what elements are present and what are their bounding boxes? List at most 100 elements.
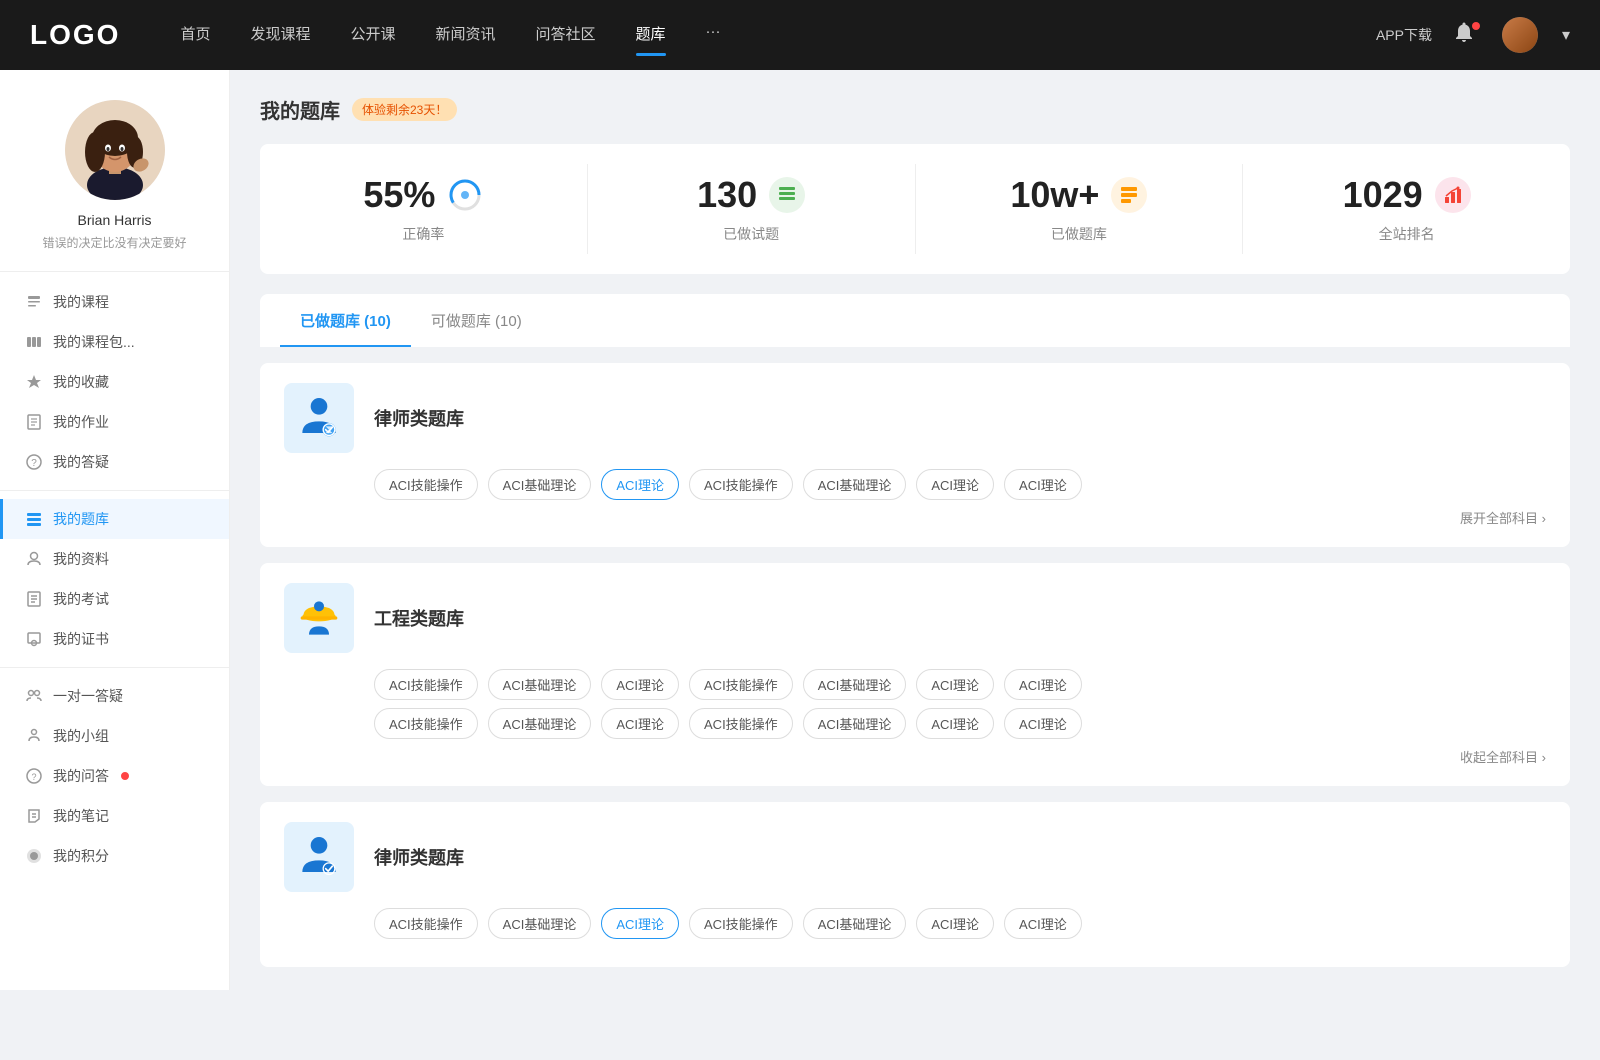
notification-bell[interactable] [1452, 20, 1482, 50]
tag[interactable]: ACI技能操作 [374, 669, 478, 700]
tag[interactable]: ACI技能操作 [374, 908, 478, 939]
tag[interactable]: ACI理论 [916, 469, 994, 500]
user-avatar-large [65, 100, 165, 200]
tab-available-banks[interactable]: 可做题库 (10) [411, 294, 542, 347]
stat-ranking-row: 1029 [1343, 174, 1471, 216]
tag[interactable]: ACI基础理论 [488, 669, 592, 700]
tag[interactable]: ACI理论 [601, 669, 679, 700]
group-icon [25, 727, 43, 745]
qbank-2-tags-row1: ACI技能操作 ACI基础理论 ACI理论 ACI技能操作 ACI基础理论 AC… [374, 669, 1546, 700]
cert-icon [25, 630, 43, 648]
tag[interactable]: ACI理论 [1004, 908, 1082, 939]
sidebar-qbank-label: 我的题库 [53, 509, 109, 529]
sidebar-item-cert[interactable]: 我的证书 [0, 619, 229, 659]
sidebar-item-group[interactable]: 我的小组 [0, 716, 229, 756]
page-title-row: 我的题库 体验剩余23天！ [260, 95, 1570, 124]
sidebar-item-notes[interactable]: 我的笔记 [0, 796, 229, 836]
tag[interactable]: ACI技能操作 [689, 669, 793, 700]
nav-home[interactable]: 首页 [180, 23, 210, 48]
sidebar-item-qbank[interactable]: 我的题库 [0, 499, 229, 539]
qbank-2-tags-row2: ACI技能操作 ACI基础理论 ACI理论 ACI技能操作 ACI基础理论 AC… [374, 708, 1546, 739]
tag[interactable]: ACI理论 [916, 669, 994, 700]
nav-links: 首页 发现课程 公开课 新闻资讯 问答社区 题库 ··· [180, 23, 1376, 48]
profile-icon [25, 550, 43, 568]
tag[interactable]: ACI基础理论 [803, 908, 907, 939]
nav-qbank[interactable]: 题库 [636, 23, 666, 48]
user-motto: 错误的决定比没有决定要好 [42, 234, 186, 251]
qbank-card-3: 律师类题库 ACI技能操作 ACI基础理论 ACI理论 ACI技能操作 ACI基… [260, 802, 1570, 967]
sidebar-item-qa[interactable]: ? 我的答疑 [0, 442, 229, 482]
tag[interactable]: ACI技能操作 [689, 469, 793, 500]
qa-icon: ? [25, 453, 43, 471]
tag[interactable]: ACI基础理论 [803, 469, 907, 500]
qbank-2-collapse[interactable]: 收起全部科目 › [284, 747, 1546, 766]
notification-dot [1472, 22, 1480, 30]
tag[interactable]: ACI基础理论 [803, 708, 907, 739]
tag[interactable]: ACI理论 [916, 908, 994, 939]
sidebar-item-1on1[interactable]: 一对一答疑 [0, 676, 229, 716]
stat-done-banks: 10w+ 已做题库 [916, 164, 1244, 254]
qbank-3-icon [284, 822, 354, 892]
qbank-2-icon [284, 583, 354, 653]
app-download-button[interactable]: APP下载 [1376, 25, 1432, 45]
nav-qa[interactable]: 问答社区 [536, 23, 596, 48]
logo: LOGO [30, 19, 120, 51]
tag-active[interactable]: ACI理论 [601, 908, 679, 939]
course-pack-icon [25, 333, 43, 351]
tag[interactable]: ACI理论 [1004, 669, 1082, 700]
tag[interactable]: ACI技能操作 [374, 708, 478, 739]
user-avatar[interactable] [1502, 17, 1538, 53]
qbank-1-expand[interactable]: 展开全部科目 › [284, 508, 1546, 527]
tabs-row: 已做题库 (10) 可做题库 (10) [260, 294, 1570, 347]
stat-done-banks-row: 10w+ [1010, 174, 1147, 216]
user-name: Brian Harris [78, 212, 152, 228]
favorites-icon [25, 373, 43, 391]
sidebar-item-profile[interactable]: 我的资料 [0, 539, 229, 579]
main-content: 我的题库 体验剩余23天！ 55% 正确 [230, 70, 1600, 990]
sidebar-item-exam[interactable]: 我的考试 [0, 579, 229, 619]
user-menu-chevron[interactable]: ▾ [1562, 25, 1570, 45]
sidebar-item-courses[interactable]: 我的课程 [0, 282, 229, 322]
qbank-1-tags: ACI技能操作 ACI基础理论 ACI理论 ACI技能操作 ACI基础理论 AC… [374, 469, 1546, 500]
nav-more[interactable]: ··· [706, 23, 721, 48]
stat-done-questions-row: 130 [697, 174, 805, 216]
nav-opencourse[interactable]: 公开课 [350, 23, 395, 48]
qbank-1-icon [284, 383, 354, 453]
sidebar-cert-label: 我的证书 [53, 629, 109, 649]
tag[interactable]: ACI理论 [1004, 469, 1082, 500]
tag[interactable]: ACI理论 [601, 708, 679, 739]
nav-discover[interactable]: 发现课程 [250, 23, 310, 48]
top-navigation: LOGO 首页 发现课程 公开课 新闻资讯 问答社区 题库 ··· APP下载 … [0, 0, 1600, 70]
questions-icon: ? [25, 767, 43, 785]
done-questions-icon [769, 177, 805, 213]
ranking-icon [1435, 177, 1471, 213]
stat-ranking: 1029 全站排名 [1243, 164, 1570, 254]
nav-news[interactable]: 新闻资讯 [436, 23, 496, 48]
sidebar-item-favorites[interactable]: 我的收藏 [0, 362, 229, 402]
tag[interactable]: ACI基础理论 [803, 669, 907, 700]
sidebar-group-label: 我的小组 [53, 726, 109, 746]
sidebar-courses-label: 我的课程 [53, 292, 109, 312]
exam-icon [25, 590, 43, 608]
sidebar-profile-label: 我的资料 [53, 549, 109, 569]
sidebar-homework-label: 我的作业 [53, 412, 109, 432]
tag[interactable]: ACI技能操作 [689, 708, 793, 739]
tab-done-banks[interactable]: 已做题库 (10) [280, 294, 411, 347]
tag[interactable]: ACI基础理论 [488, 469, 592, 500]
tag[interactable]: ACI基础理论 [488, 908, 592, 939]
tag[interactable]: ACI技能操作 [374, 469, 478, 500]
sidebar-item-homework[interactable]: 我的作业 [0, 402, 229, 442]
tag[interactable]: ACI理论 [1004, 708, 1082, 739]
tag[interactable]: ACI基础理论 [488, 708, 592, 739]
svg-text:?: ? [31, 772, 36, 782]
sidebar-item-course-pack[interactable]: 我的课程包... [0, 322, 229, 362]
stat-accuracy-row: 55% [363, 174, 483, 216]
courses-icon [25, 293, 43, 311]
sidebar-item-points[interactable]: 我的积分 [0, 836, 229, 876]
tag[interactable]: ACI理论 [916, 708, 994, 739]
sidebar-1on1-label: 一对一答疑 [53, 686, 123, 706]
sidebar-item-questions[interactable]: ? 我的问答 [0, 756, 229, 796]
qbank-3-tags: ACI技能操作 ACI基础理论 ACI理论 ACI技能操作 ACI基础理论 AC… [374, 908, 1546, 939]
tag[interactable]: ACI技能操作 [689, 908, 793, 939]
tag-active[interactable]: ACI理论 [601, 469, 679, 500]
